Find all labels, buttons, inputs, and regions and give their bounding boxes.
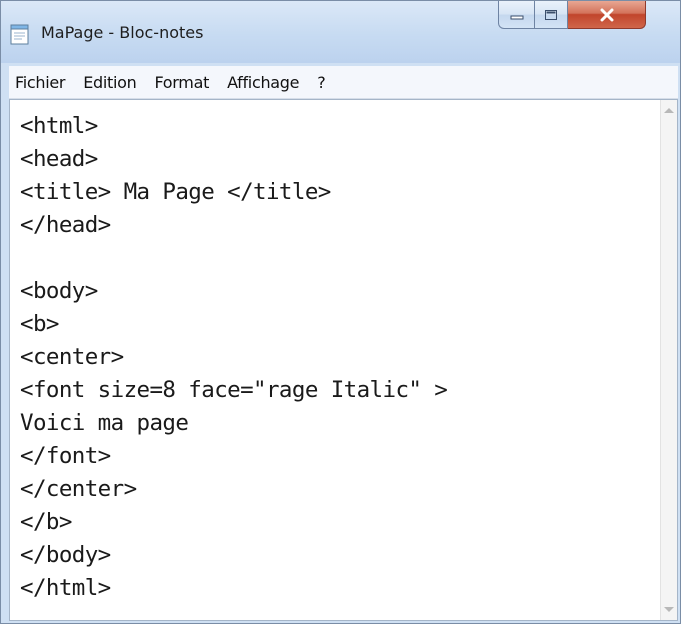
close-icon: [600, 8, 613, 21]
menu-fichier[interactable]: Fichier: [9, 73, 74, 92]
menu-affichage[interactable]: Affichage: [218, 73, 308, 92]
vertical-scrollbar[interactable]: [660, 100, 677, 620]
editor-line: </font>: [20, 443, 111, 469]
notepad-window: MaPage - Bloc-notes Fichier Edition Form…: [0, 0, 681, 624]
editor-text-area[interactable]: <html> <head> <title> Ma Page </title> <…: [20, 110, 656, 615]
scroll-down-arrow-icon[interactable]: [664, 607, 674, 612]
minimize-button[interactable]: [498, 1, 534, 29]
editor-line: <body>: [20, 278, 98, 304]
window-controls: [498, 1, 646, 31]
title-bar[interactable]: MaPage - Bloc-notes: [1, 1, 680, 63]
editor-line: Voici ma page: [20, 410, 189, 436]
editor-line: <html>: [20, 113, 98, 139]
menu-format[interactable]: Format: [145, 73, 218, 92]
notepad-icon: [10, 24, 29, 45]
maximize-icon: [545, 9, 557, 20]
editor-line: <title> Ma Page </title>: [20, 179, 331, 205]
editor-line: </html>: [20, 575, 111, 601]
editor-line: <head>: [20, 146, 98, 172]
menu-edition[interactable]: Edition: [74, 73, 145, 92]
menu-bar: Fichier Edition Format Affichage ?: [9, 66, 678, 99]
editor-line: </center>: [20, 476, 137, 502]
window-title: MaPage - Bloc-notes: [41, 23, 204, 42]
editor-line: </b>: [20, 509, 72, 535]
minimize-icon: [510, 15, 523, 19]
menu-help[interactable]: ?: [308, 73, 334, 92]
close-button[interactable]: [568, 1, 646, 29]
scroll-up-arrow-icon[interactable]: [664, 108, 674, 113]
text-editor[interactable]: <html> <head> <title> Ma Page </title> <…: [9, 99, 678, 621]
editor-line: <center>: [20, 344, 124, 370]
maximize-button[interactable]: [534, 1, 568, 29]
editor-line: <font size=8 face="rage Italic" >: [20, 377, 448, 403]
editor-line: <b>: [20, 311, 59, 337]
editor-line: </head>: [20, 212, 111, 238]
editor-line: </body>: [20, 542, 111, 568]
